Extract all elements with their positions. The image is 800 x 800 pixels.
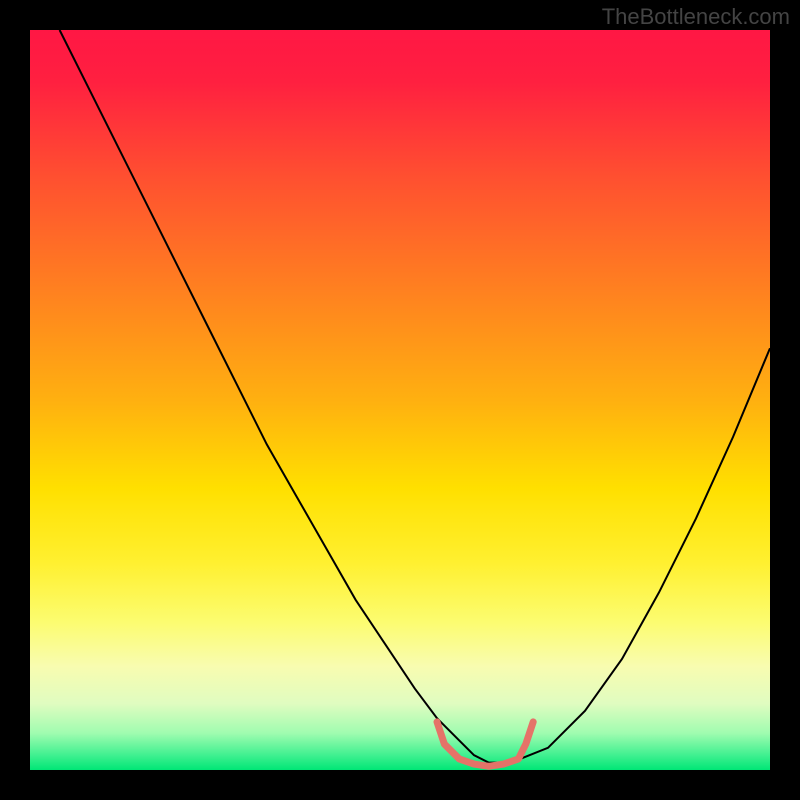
- watermark-text: TheBottleneck.com: [602, 4, 790, 30]
- plot-background: [30, 30, 770, 770]
- bottleneck-chart: [0, 0, 800, 800]
- chart-container: TheBottleneck.com: [0, 0, 800, 800]
